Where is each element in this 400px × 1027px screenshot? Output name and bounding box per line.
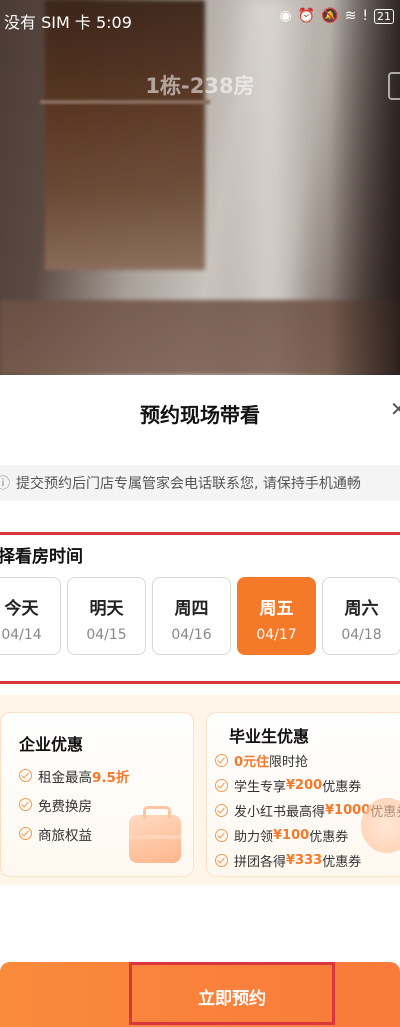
promo-item-hl: 0元住 xyxy=(234,755,270,770)
day-option[interactable]: 周五 04/17 xyxy=(237,577,316,655)
check-circle-icon xyxy=(215,829,228,842)
promo-item-pre: 发小红书最高得 xyxy=(234,805,326,820)
promo-section: 企业优惠 租金最高 9.5折 免费换房 商旅权益 毕业生优惠 0元住 限时抢 学生专享 ¥2… xyxy=(0,695,400,885)
promo-item-pre: 助力领 xyxy=(234,830,274,845)
info-icon: ⓘ xyxy=(0,476,10,492)
day-name: 周六 xyxy=(344,599,379,619)
day-name: 今天 xyxy=(4,599,39,619)
graduate-promo-title: 毕业生优惠 xyxy=(229,727,310,746)
promo-item-hl: ¥200 xyxy=(286,778,323,793)
day-date: 04/18 xyxy=(341,627,382,643)
promo-item: 租金最高 9.5折 xyxy=(19,761,129,790)
day-option[interactable]: 明天 04/15 xyxy=(67,577,146,655)
promo-item-hl: ¥100 xyxy=(273,828,310,843)
promo-item-post: 优惠券 xyxy=(322,780,362,795)
check-circle-icon xyxy=(215,854,228,867)
room-title: 1栋-238房 xyxy=(145,74,255,98)
promo-item-hl: ¥333 xyxy=(286,853,323,868)
sheet-title: 预约现场带看 xyxy=(140,403,260,427)
clock: 5:09 xyxy=(95,13,132,32)
notice-banner: ⓘ 提交预约后门店专属管家会电话联系您, 请保持手机通畅 xyxy=(0,465,400,501)
check-circle-icon xyxy=(19,798,32,811)
shadow-overlay xyxy=(330,0,400,375)
check-circle-icon xyxy=(215,754,228,767)
promo-item-pre: 免费换房 xyxy=(38,798,92,815)
promo-item-post: 优惠券 xyxy=(322,855,362,870)
alarm-off-icon: ⏰ xyxy=(297,8,316,24)
close-icon[interactable]: ✕ xyxy=(390,397,400,419)
day-date: 04/16 xyxy=(171,627,212,643)
mute-icon: 🔕 xyxy=(321,8,339,24)
day-option[interactable]: 周六 04/18 xyxy=(322,577,400,655)
enterprise-promo-list: 租金最高 9.5折 免费换房 商旅权益 xyxy=(19,761,129,848)
status-icons: ◉ ⏰ 🔕 ≋ ! 21 xyxy=(280,8,394,24)
promo-item-hl: 9.5折 xyxy=(92,769,130,786)
eye-icon: ◉ xyxy=(279,8,292,24)
warning-icon: ! xyxy=(362,8,368,24)
wifi-icon: ≋ xyxy=(344,8,357,24)
notice-text: 提交预约后门店专属管家会电话联系您, 请保持手机通畅 xyxy=(16,476,361,492)
door-shape xyxy=(45,0,205,270)
gallery-edge-icon[interactable] xyxy=(388,72,400,100)
promo-item: 0元住 限时抢 xyxy=(215,748,400,773)
promo-item: 商旅权益 xyxy=(19,819,129,848)
booking-sheet: 预约现场带看 ✕ ⓘ 提交预约后门店专属管家会电话联系您, 请保持手机通畅 择看… xyxy=(0,375,400,1027)
promo-item-pre: 学生专享 xyxy=(234,780,287,795)
check-circle-icon xyxy=(19,827,32,840)
enterprise-promo-title: 企业优惠 xyxy=(19,735,84,754)
enterprise-promo-card[interactable]: 企业优惠 租金最高 9.5折 免费换房 商旅权益 xyxy=(0,712,194,877)
day-date: 04/17 xyxy=(256,627,297,643)
promo-item-pre: 商旅权益 xyxy=(38,827,92,844)
time-picker-header: 择看房时间 xyxy=(0,547,83,567)
day-date: 04/14 xyxy=(1,627,42,643)
promo-item-pre: 租金最高 xyxy=(38,769,92,786)
bottom-action-bar: 立即预约 xyxy=(0,962,400,1027)
day-name: 明天 xyxy=(89,599,124,619)
promo-item: 学生专享 ¥200 优惠券 xyxy=(215,773,400,798)
promo-item-post: 优惠券 xyxy=(309,830,349,845)
carrier-label: 没有 SIM 卡 xyxy=(4,13,91,32)
day-list: 今天 04/14 明天 04/15 周四 04/16 周五 04/17 周六 04/18 xyxy=(0,577,400,655)
day-date: 04/15 xyxy=(86,627,127,643)
check-circle-icon xyxy=(215,779,228,792)
promo-item-post: 限时抢 xyxy=(269,755,309,770)
time-picker: 择看房时间 今天 04/14 明天 04/15 周四 04/16 周五 04/17 周六 04/1… xyxy=(0,532,400,684)
day-option[interactable]: 周四 04/16 xyxy=(152,577,231,655)
day-name: 周五 xyxy=(259,599,294,619)
promo-item: 拼团各得 ¥333 优惠券 xyxy=(215,848,400,873)
check-circle-icon xyxy=(215,804,228,817)
briefcase-icon xyxy=(129,806,181,863)
door-frame-shape xyxy=(40,100,210,104)
graduate-promo-card[interactable]: 毕业生优惠 0元住限时抢学生专享¥200优惠券发小红书最高得¥1000优惠券助力… xyxy=(206,712,400,877)
promo-item: 免费换房 xyxy=(19,790,129,819)
check-circle-icon xyxy=(19,769,32,782)
room-photo[interactable] xyxy=(0,0,400,375)
book-now-button[interactable]: 立即预约 xyxy=(129,962,335,1025)
day-name: 周四 xyxy=(174,599,209,619)
day-option[interactable]: 今天 04/14 xyxy=(0,577,61,655)
status-left: 没有 SIM 卡 5:09 xyxy=(4,9,132,33)
status-bar: 没有 SIM 卡 5:09 ◉ ⏰ 🔕 ≋ ! 21 xyxy=(0,0,400,36)
promo-item-pre: 拼团各得 xyxy=(234,855,287,870)
battery-icon: 21 xyxy=(374,8,394,24)
